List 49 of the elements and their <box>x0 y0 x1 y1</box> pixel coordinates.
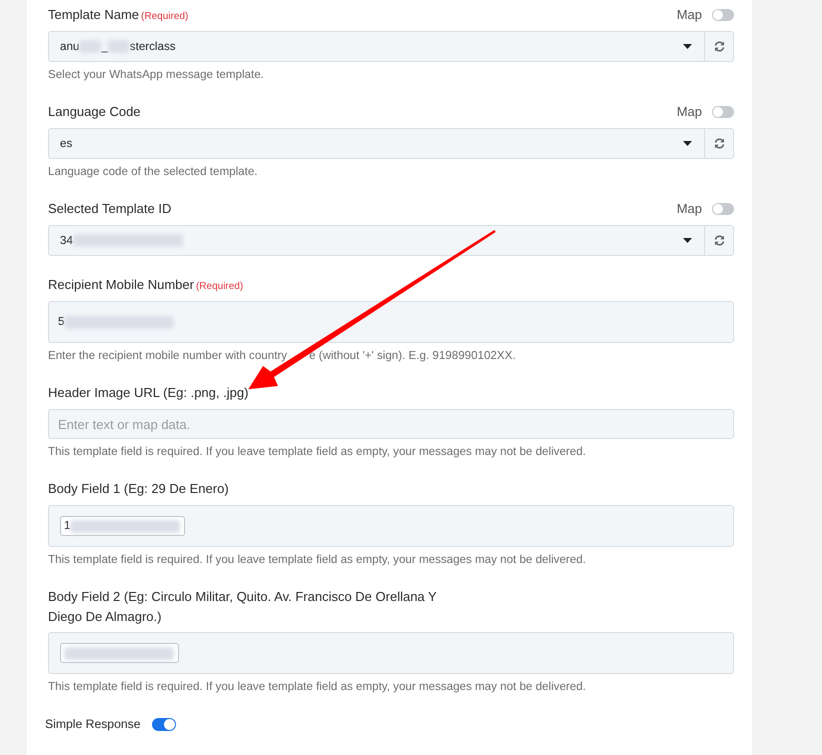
help-text: This template field is required. If you leave template field as empty, your messages may not be delivered. <box>48 679 586 695</box>
selected-value: es <box>60 136 72 152</box>
selected-value: sterclass <box>130 38 176 55</box>
field-label: Language Code <box>48 104 141 119</box>
map-label: Map <box>676 6 702 24</box>
help-text: Select your WhatsApp message template. <box>48 67 264 83</box>
caret-icon <box>683 238 692 243</box>
required-note: (Required) <box>141 11 188 22</box>
field-label: Template Name <box>48 7 140 22</box>
toggle-switch[interactable] <box>152 718 176 730</box>
value-chip[interactable]: 1 <box>60 516 186 536</box>
input-field[interactable]: Enter text or map data. <box>48 409 734 439</box>
select-field[interactable]: es <box>48 128 705 159</box>
help-text: This template field is required. If you leave template field as empty, your messages may not be delivered. <box>48 552 586 568</box>
chip-text: 1 <box>64 518 70 534</box>
field-label: Selected Template ID <box>48 201 172 216</box>
select-field[interactable]: anu _ sterclass <box>48 31 705 62</box>
refresh-button[interactable] <box>705 225 734 256</box>
caret-icon <box>683 141 692 146</box>
selected-value: _ <box>101 38 108 55</box>
help-text: Enter the recipient mobile number with country <box>48 348 288 364</box>
refresh-icon <box>714 138 724 149</box>
field-label: Recipient Mobile Number <box>48 277 194 292</box>
field-label: Body Field 1 (Eg: 29 De Enero) <box>48 481 229 496</box>
toggle-switch[interactable] <box>712 106 734 118</box>
caret-icon <box>683 44 692 49</box>
map-label: Map <box>676 200 702 218</box>
refresh-icon <box>714 235 724 246</box>
required-note: (Required) <box>196 281 244 292</box>
select-field[interactable]: 34 <box>48 225 705 256</box>
input-field[interactable]: 5 <box>48 301 734 343</box>
toggle-switch[interactable] <box>712 203 734 215</box>
refresh-icon <box>714 41 724 52</box>
refresh-button[interactable] <box>705 128 734 159</box>
help-text: e (without '+' sign). E.g. 9198990102XX. <box>309 348 516 364</box>
input-value: 5 <box>58 314 64 330</box>
input-field[interactable]: 1 <box>48 505 734 547</box>
selected-value: anu <box>60 38 80 55</box>
field-label: Header Image URL (Eg: .png, .jpg) <box>48 385 248 400</box>
help-text: Language code of the selected template. <box>48 164 258 180</box>
toggle-label: Simple Response <box>45 716 141 733</box>
refresh-button[interactable] <box>705 31 734 62</box>
map-label: Map <box>676 103 702 122</box>
value-chip[interactable] <box>60 643 179 663</box>
toggle-switch[interactable] <box>712 9 734 21</box>
field-label: Body Field 2 (Eg: Circulo Militar, Quito. Av. Francisco De Orellana Y Diego De Almagro.) <box>48 589 436 624</box>
help-text: This template field is required. If you leave template field as empty, your messages may not be delivered. <box>48 444 586 460</box>
input-field[interactable] <box>48 632 734 674</box>
selected-value: 34 <box>60 232 73 249</box>
